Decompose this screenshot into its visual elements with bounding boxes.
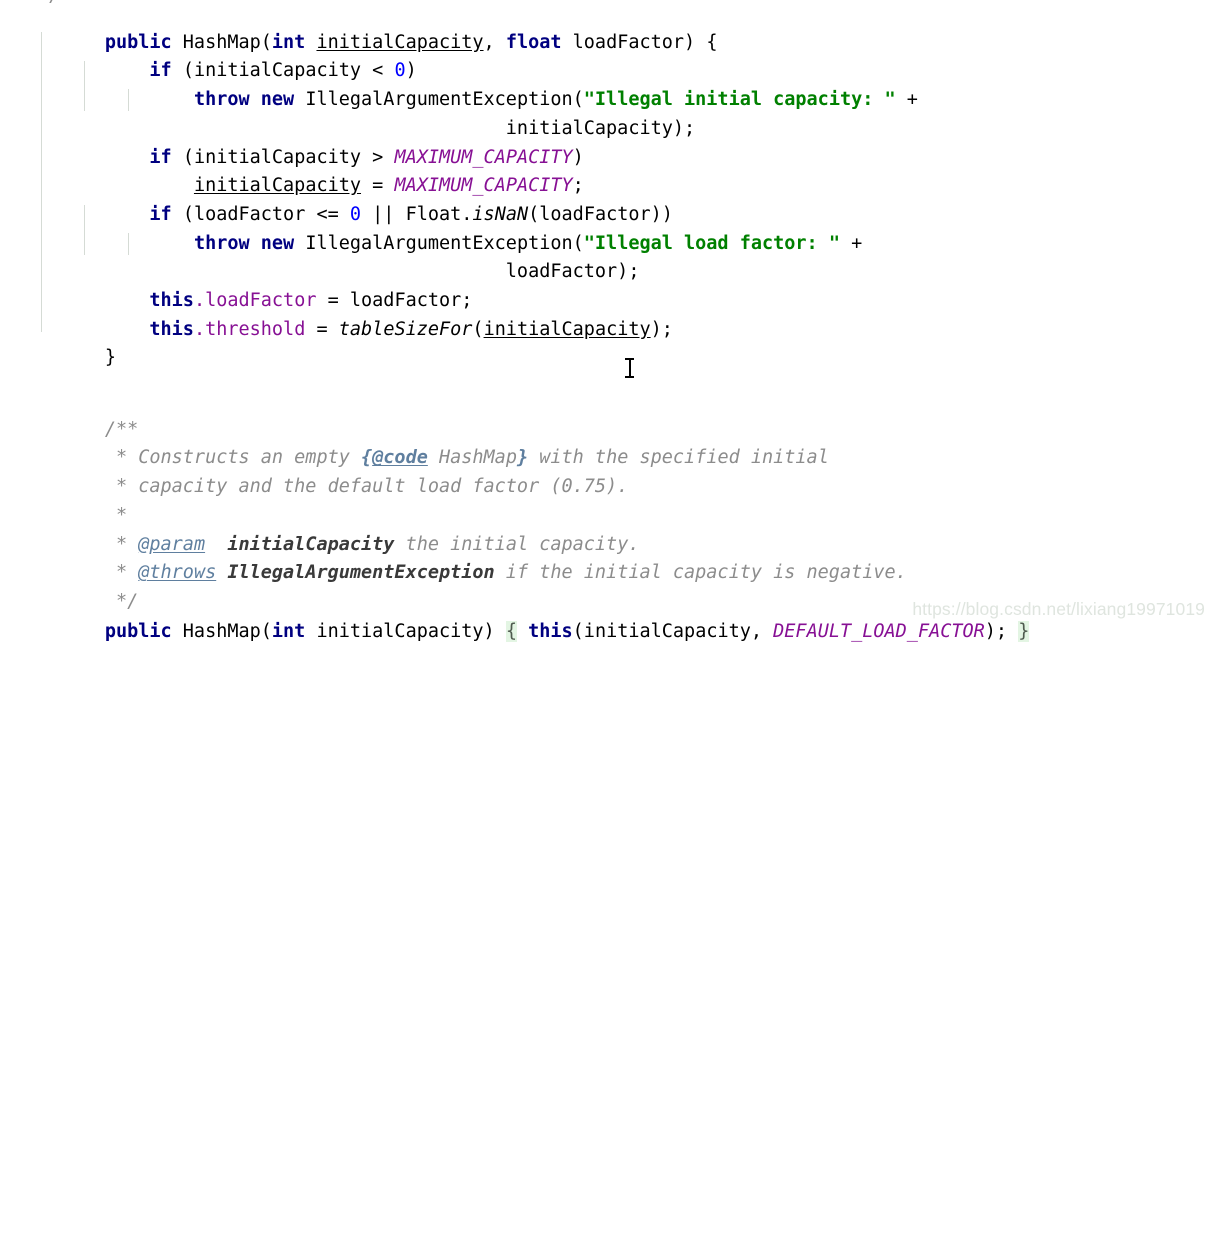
code-line[interactable]: throw new IllegalArgumentException("Ille… xyxy=(0,57,918,110)
code-line[interactable]: } xyxy=(0,316,116,368)
code-line[interactable]: this.threshold = tableSizeFor(initialCap… xyxy=(0,287,673,340)
token-param-initialcapacity: initialCapacity xyxy=(316,620,484,642)
code-line[interactable]: * Constructs an empty {@code HashMap} wi… xyxy=(0,416,829,468)
code-line[interactable]: public HashMap(int initialCapacity, floa… xyxy=(0,0,718,53)
token-javadoc-exception-name: IllegalArgumentException xyxy=(227,562,495,584)
code-line[interactable]: loadFactor); xyxy=(0,230,640,282)
code-lines[interactable]: public HashMap(int initialCapacity, floa… xyxy=(0,0,1209,1256)
code-line[interactable]: initialCapacity); xyxy=(0,86,695,139)
code-line-blank[interactable] xyxy=(0,344,105,373)
token-close-brace: } xyxy=(104,347,116,369)
token-keyword-public: public xyxy=(104,620,183,642)
token-javadoc-text: if the initial capacity is negative. xyxy=(494,562,907,584)
code-line[interactable]: */ xyxy=(0,559,138,612)
token-arg-loadfactor: loadFactor); xyxy=(505,261,640,283)
token-comma: , xyxy=(483,31,506,53)
token-javadoc-text: * capacity and the default load factor (… xyxy=(104,476,629,498)
token-class-hashmap: HashMap xyxy=(182,620,261,642)
token-close-paren: ) xyxy=(483,620,506,642)
token-static-method-tablesizefor: tableSizeFor xyxy=(338,318,473,340)
code-line[interactable]: initialCapacity = MAXIMUM_CAPACITY; xyxy=(0,144,584,196)
token-keyword-this: this xyxy=(149,318,194,340)
token-open-paren: ( xyxy=(260,620,272,642)
code-line[interactable]: if (loadFactor <= 0 || Float.isNaN(loadF… xyxy=(0,172,673,225)
token-keyword-float: float xyxy=(505,31,573,53)
token-dot: . xyxy=(193,318,206,340)
token-args: (initialCapacity, xyxy=(572,620,774,642)
token-field-threshold: threshold xyxy=(205,318,306,340)
token-open-paren: ( xyxy=(472,318,484,340)
code-editor-canvas[interactable]: */ public HashMap(int initialCapacity, f… xyxy=(0,0,1209,642)
token-param-initialcapacity: initialCapacity xyxy=(483,318,651,340)
code-line[interactable]: * @param initialCapacity the initial cap… xyxy=(0,502,640,555)
code-line[interactable]: public HashMap(int initialCapacity) { th… xyxy=(0,589,1030,642)
token-keyword-this: this xyxy=(528,620,573,642)
token-open-brace: ) { xyxy=(684,31,718,53)
token-assign: = xyxy=(305,318,339,340)
token-plus-operator: + xyxy=(895,89,918,111)
code-line[interactable]: /** xyxy=(0,387,138,440)
code-line[interactable]: if (initialCapacity > MAXIMUM_CAPACITY) xyxy=(0,115,583,168)
code-line[interactable]: * @throws IllegalArgumentException if th… xyxy=(0,531,907,583)
code-line[interactable]: if (initialCapacity < 0) xyxy=(0,29,416,81)
token-keyword-int: int xyxy=(271,620,317,642)
watermark-url: https://blog.csdn.net/lixiang19971019 xyxy=(912,599,1205,620)
token-javadoc-tag-throws: @throws xyxy=(138,562,217,584)
token-close-paren-semicolon: ); xyxy=(650,318,673,340)
token-param-loadfactor: loadFactor xyxy=(572,31,685,53)
token-plus-operator: + xyxy=(839,232,863,254)
code-line[interactable]: throw new IllegalArgumentException("Ille… xyxy=(0,201,862,254)
token-javadoc-space xyxy=(216,562,227,583)
code-line[interactable]: * xyxy=(0,473,127,526)
token-open-brace-highlighted: { xyxy=(505,620,517,642)
code-line[interactable]: this.loadFactor = loadFactor; xyxy=(0,258,472,311)
code-line[interactable]: * capacity and the default load factor (… xyxy=(0,444,628,497)
